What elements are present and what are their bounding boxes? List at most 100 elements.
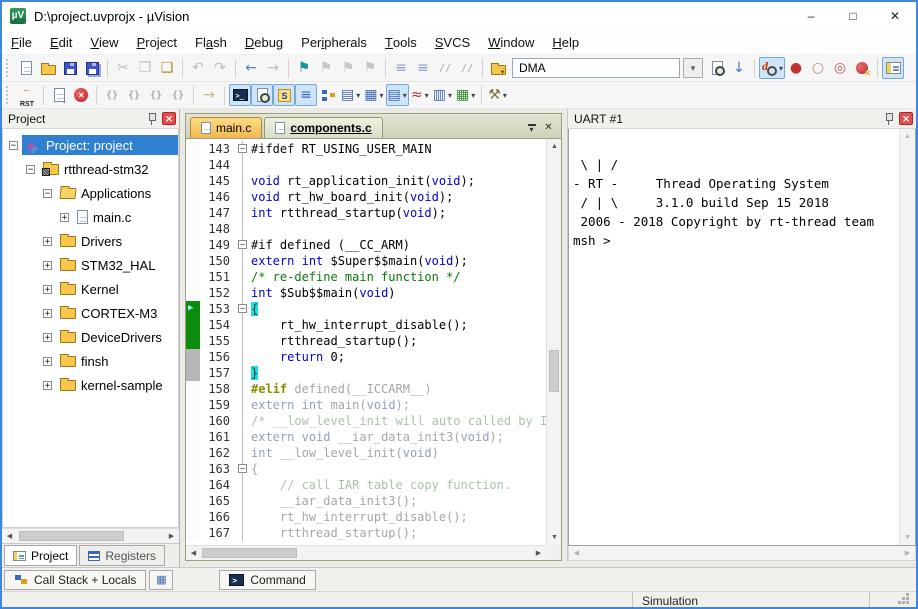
insert-bookmark-button[interactable]: ⚑	[293, 57, 315, 79]
menu-svcs[interactable]: SVCS	[426, 30, 479, 54]
scroll-left-icon[interactable]: ◀	[569, 546, 584, 561]
reset-cpu-button[interactable]: RST	[15, 84, 39, 106]
system-viewer-button[interactable]: ▥▾	[431, 84, 454, 106]
tree-expander-icon[interactable]: −	[9, 141, 18, 150]
serial-windows-button[interactable]: ▤▾	[386, 84, 409, 106]
unindent-button[interactable]: ≡	[412, 57, 434, 79]
scroll-thumb[interactable]	[549, 350, 559, 392]
target-select-combo[interactable]: DMA	[512, 58, 680, 78]
tree-item-drivers[interactable]: +Drivers	[3, 229, 178, 253]
project-h-scrollbar[interactable]: ◀ ▶	[2, 528, 179, 543]
fold-collapse-icon[interactable]: −	[238, 144, 247, 153]
watch-windows-button[interactable]: ▤▾	[339, 84, 362, 106]
tree-item-main-c[interactable]: +main.c	[3, 205, 178, 229]
pin-icon[interactable]	[147, 112, 157, 125]
menu-project[interactable]: Project	[128, 30, 186, 54]
editor-h-scrollbar[interactable]: ◀ ▶	[186, 545, 546, 560]
scroll-right-icon[interactable]: ▶	[900, 546, 915, 561]
close-document-icon[interactable]: ✕	[540, 119, 557, 136]
tree-expander-icon[interactable]: +	[43, 309, 52, 318]
navigate-back-button[interactable]: ←	[240, 57, 262, 79]
scroll-up-icon[interactable]: ▲	[900, 129, 915, 144]
scroll-thumb[interactable]	[19, 531, 124, 541]
command-tab[interactable]: Command	[219, 570, 315, 590]
memory-windows-button[interactable]: ▦▾	[362, 84, 385, 106]
registers-window-button[interactable]: ≡	[295, 84, 317, 106]
call-stack-window-button[interactable]	[317, 84, 339, 106]
fold-collapse-icon[interactable]: −	[238, 240, 247, 249]
tree-item-devicedrivers[interactable]: +DeviceDrivers	[3, 325, 178, 349]
tree-expander-icon[interactable]: +	[43, 357, 52, 366]
scroll-thumb[interactable]	[202, 548, 297, 558]
minimize-button[interactable]: –	[790, 3, 832, 30]
disassembly-window-button[interactable]	[251, 84, 273, 106]
editor-v-scrollbar[interactable]: ▲ ▼	[546, 139, 561, 545]
save-all-button[interactable]	[81, 57, 103, 79]
code-lines[interactable]: 143−#ifdef RT_USING_USER_MAIN144145void …	[186, 141, 546, 545]
scroll-down-icon[interactable]: ▼	[547, 530, 562, 545]
tree-item-applications[interactable]: −Applications	[3, 181, 178, 205]
uart-v-scrollbar[interactable]: ▲ ▼	[899, 129, 915, 545]
menu-debug[interactable]: Debug	[236, 30, 292, 54]
fold-collapse-icon[interactable]: −	[238, 464, 247, 473]
menu-peripherals[interactable]: Peripherals	[292, 30, 376, 54]
stop-button[interactable]: ✕	[70, 84, 92, 106]
disable-all-breakpoints-button[interactable]: ◎	[829, 57, 851, 79]
start-stop-debug-button[interactable]: d▾	[759, 57, 785, 79]
pin-icon[interactable]	[884, 112, 894, 125]
editor-tab-main-c[interactable]: main.c	[190, 117, 262, 138]
scroll-left-icon[interactable]: ◀	[2, 529, 17, 544]
fold-collapse-icon[interactable]: −	[238, 304, 247, 313]
menu-tools[interactable]: Tools	[376, 30, 426, 54]
new-file-button[interactable]	[15, 57, 37, 79]
tree-expander-icon[interactable]: +	[43, 237, 52, 246]
open-file-button[interactable]	[37, 57, 59, 79]
find-in-files-button[interactable]	[706, 57, 728, 79]
editor-tab-components-c[interactable]: components.c	[264, 117, 382, 138]
document-list-icon[interactable]: ▾	[523, 119, 540, 136]
tree-item-rtthread-stm32[interactable]: −rtthread-stm32	[3, 157, 178, 181]
analysis-windows-button[interactable]: ≈▾	[409, 84, 431, 106]
menu-help[interactable]: Help	[543, 30, 588, 54]
code-editor[interactable]: 143−#ifdef RT_USING_USER_MAIN144145void …	[185, 138, 562, 561]
scroll-right-icon[interactable]: ▶	[531, 546, 546, 561]
menu-file[interactable]: File	[2, 30, 41, 54]
scroll-down-icon[interactable]: ▼	[900, 530, 915, 545]
run-button[interactable]: ↓	[48, 84, 70, 106]
tree-expander-icon[interactable]: +	[43, 381, 52, 390]
panel-tab-project[interactable]: Project	[4, 545, 77, 566]
project-window-toggle-button[interactable]	[882, 57, 904, 79]
tree-expander-icon[interactable]: +	[43, 333, 52, 342]
configure-target-button[interactable]: ▼	[487, 57, 509, 79]
menu-edit[interactable]: Edit	[41, 30, 81, 54]
indent-button[interactable]: ≡	[390, 57, 412, 79]
paste-button[interactable]: ❑	[156, 57, 178, 79]
kill-all-breakpoints-button[interactable]: ✕	[851, 57, 873, 79]
target-select-dropdown[interactable]: ▾	[683, 58, 703, 78]
tree-item-cortex-m3[interactable]: +CORTEX-M3	[3, 301, 178, 325]
enable-disable-breakpoint-button[interactable]: ○	[807, 57, 829, 79]
scroll-left-icon[interactable]: ◀	[186, 546, 201, 561]
incremental-find-button[interactable]: ↓	[728, 57, 750, 79]
project-panel-close-icon[interactable]	[162, 112, 176, 125]
tree-item-kernel-sample[interactable]: +kernel-sample	[3, 373, 178, 397]
tree-expander-icon[interactable]: +	[43, 261, 52, 270]
tree-item-kernel[interactable]: +Kernel	[3, 277, 178, 301]
insert-breakpoint-button[interactable]: ●	[785, 57, 807, 79]
save-button[interactable]	[59, 57, 81, 79]
menu-flash[interactable]: Flash	[186, 30, 236, 54]
uart-panel-close-icon[interactable]	[899, 112, 913, 125]
tree-expander-icon[interactable]: +	[60, 213, 69, 222]
command-window-button[interactable]: >_	[229, 84, 251, 106]
scroll-up-icon[interactable]: ▲	[547, 139, 562, 154]
debug-settings-button[interactable]: ⚒▾	[486, 84, 509, 106]
toolbox-button[interactable]: ▦▾	[454, 84, 477, 106]
resize-grip[interactable]	[906, 593, 909, 596]
close-button[interactable]: ✕	[874, 3, 916, 30]
tree-expander-icon[interactable]: +	[43, 285, 52, 294]
call-stack-tab[interactable]: Call Stack + Locals	[4, 570, 146, 590]
menu-window[interactable]: Window	[479, 30, 543, 54]
tree-expander-icon[interactable]: −	[43, 189, 52, 198]
symbols-window-button[interactable]: S	[273, 84, 295, 106]
uart-output[interactable]: \ | / - RT - Thread Operating System / |…	[569, 129, 899, 545]
